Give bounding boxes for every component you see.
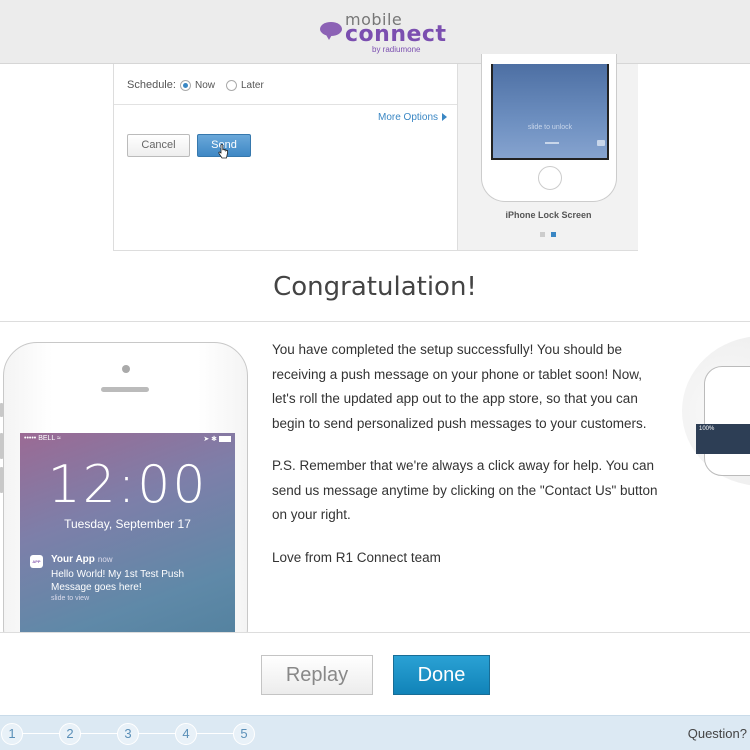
hand-cursor-icon [218,144,228,159]
notification-title: Your App now [51,554,113,565]
iphone-mockup: ••••• BELL ≈ ➤ ✱ 12:00 Tuesday, Septembe… [0,342,248,632]
camera-icon [597,140,605,146]
front-camera [122,365,130,373]
more-options-link[interactable]: More Options [378,112,448,123]
schedule-later-label[interactable]: Later [241,80,264,91]
congrats-text: You have completed the setup successfull… [272,338,667,588]
progress-footer: 1 2 3 4 5 Question? [0,715,750,750]
question-link[interactable]: Question? [688,726,747,741]
lock-screen-preview: slide to unlock iPhone Lock Screen [457,54,638,250]
lock-screen: ••••• BELL ≈ ➤ ✱ 12:00 Tuesday, Septembe… [20,433,235,632]
divider [114,104,457,105]
status-bar: ••••• BELL ≈ ➤ ✱ [20,435,235,445]
lock-clock: 12:00 [47,455,208,515]
replay-button[interactable]: Replay [261,655,373,695]
step-3[interactable]: 3 [117,723,139,745]
phone-volume-up [0,433,3,459]
notification-message: Hello World! My 1st Test Push Message go… [51,569,185,593]
device-peek: 100% [682,336,750,486]
step-2[interactable]: 2 [59,723,81,745]
lock-date: Tuesday, September 17 [64,517,191,531]
notification-time: now [97,555,113,564]
peek-phone-screen: 100% [696,424,750,454]
speech-bubble-icon [320,22,342,40]
step-5[interactable]: 5 [233,723,255,745]
home-button [538,166,562,190]
mobile-connect-logo: mobile connect by radiumone [320,10,446,56]
congrats-paragraph-2: P.S. Remember that we're always a click … [272,458,658,522]
phone-side-button [0,403,3,417]
mini-slide-text: slide to unlock [527,124,573,131]
mini-unlock-bar [545,142,559,144]
congrats-paragraph-1: You have completed the setup successfull… [272,342,647,431]
cancel-button[interactable]: Cancel [127,134,190,157]
triangle-right-icon [442,113,448,122]
carrier-text: ••••• BELL ≈ [24,435,61,442]
lock-screen-caption: iPhone Lock Screen [505,210,592,220]
schedule-now-label[interactable]: Now [195,80,215,91]
phone-speaker [101,387,149,392]
notification-slide-text: slide to view [51,595,90,602]
phone-volume-down [0,467,3,493]
page-title: Congratulation! [273,272,477,302]
push-preview-card: Schedule: Now Later More Options Cancel … [113,54,638,251]
schedule-later-radio[interactable] [226,80,237,91]
peek-phone [704,366,750,476]
app-icon: APP [30,555,43,568]
send-form: Schedule: Now Later More Options Cancel … [114,64,457,250]
step-4[interactable]: 4 [175,723,197,745]
carousel-dot-2[interactable] [551,232,556,237]
peek-battery-text: 100% [699,426,715,432]
more-options-label: More Options [378,112,439,123]
schedule-label: Schedule: [127,79,176,91]
logo-by-text: by radiumone [372,45,421,54]
mini-iphone: slide to unlock [481,54,617,202]
done-button[interactable]: Done [393,655,490,695]
carousel-dot-1[interactable] [540,232,545,237]
app-header: mobile connect by radiumone [0,0,750,64]
logo-main-text: connect [345,22,447,47]
schedule-now-radio[interactable] [180,80,191,91]
mini-iphone-screen: slide to unlock [491,64,609,160]
step-1[interactable]: 1 [1,723,23,745]
battery-icon: ➤ ✱ [203,435,231,443]
congrats-signoff: Love from R1 Connect team [272,549,441,565]
